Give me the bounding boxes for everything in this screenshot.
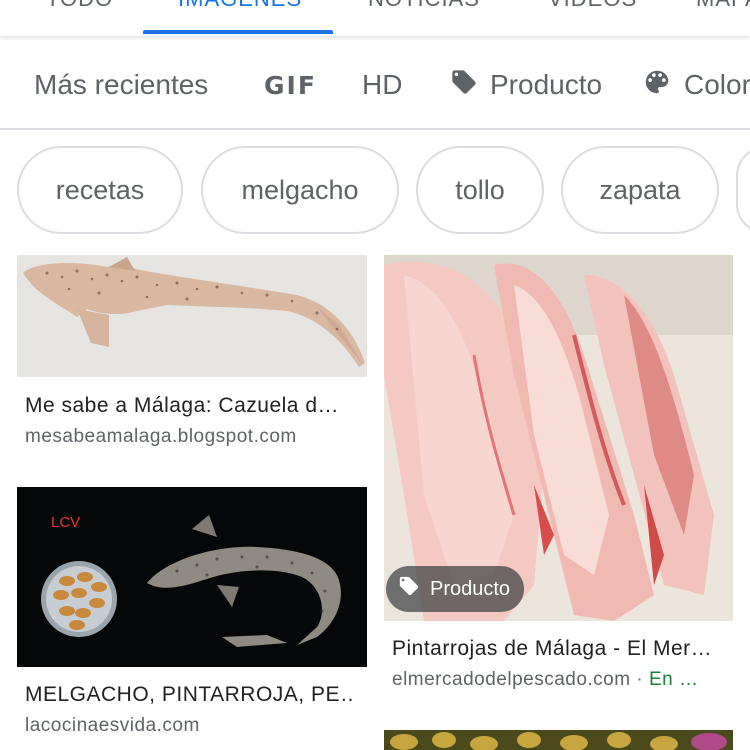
filter-recent[interactable]: Más recientes <box>34 68 208 102</box>
image-logo-text: LCV <box>51 514 80 531</box>
tab-images[interactable]: IMÁGENES <box>178 0 302 12</box>
product-badge-label: Producto <box>430 577 511 600</box>
filter-row: Más recientes GIF HD Producto Color <box>0 36 750 130</box>
chip-tollo[interactable]: tollo <box>416 146 544 234</box>
related-chips-row: recetas melgacho tollo zapata <box>0 130 750 250</box>
filter-product[interactable]: Producto <box>450 68 602 102</box>
result-source-2-sep: · <box>630 669 649 690</box>
tab-maps[interactable]: MAPAS <box>696 0 750 12</box>
result-title-2[interactable]: Pintarrojas de Málaga - El Mer… <box>392 637 732 661</box>
search-tabs-bar: TODO IMÁGENES NOTICIAS VÍDEOS MAPAS <box>0 0 750 36</box>
result-image-3[interactable]: LCV <box>17 487 367 667</box>
tag-icon <box>450 68 478 103</box>
tab-all[interactable]: TODO <box>46 0 113 12</box>
chip-melgacho[interactable]: melgacho <box>201 146 399 234</box>
filter-color-label: Color <box>684 69 750 100</box>
filter-color[interactable]: Color <box>642 68 750 102</box>
result-image-1[interactable] <box>17 255 367 377</box>
chip-partial[interactable] <box>736 146 750 234</box>
result-source-3[interactable]: lacocinaesvida.com <box>25 715 355 737</box>
result-source-2[interactable]: elmercadodelpescado.com · En … <box>392 669 732 691</box>
tag-icon <box>398 575 420 603</box>
result-source-1[interactable]: mesabeamalaga.blogspot.com <box>25 426 355 448</box>
in-stock-label: En … <box>648 669 699 690</box>
product-badge: Producto <box>386 566 525 612</box>
chip-zapata[interactable]: zapata <box>561 146 719 234</box>
tab-videos[interactable]: VÍDEOS <box>548 0 637 12</box>
result-source-2-domain: elmercadodelpescado.com <box>392 669 631 690</box>
result-title-3[interactable]: MELGACHO, PINTARROJA, PE… <box>25 683 355 707</box>
palette-icon <box>642 67 672 104</box>
active-tab-indicator <box>143 30 333 34</box>
filter-gif[interactable]: GIF <box>264 68 317 102</box>
filter-hd[interactable]: HD <box>362 68 402 102</box>
result-title-1[interactable]: Me sabe a Málaga: Cazuela d… <box>25 394 355 418</box>
chip-recetas[interactable]: recetas <box>17 146 183 234</box>
filter-gif-label: GIF <box>264 70 317 100</box>
filter-product-label: Producto <box>490 69 603 100</box>
tab-news[interactable]: NOTICIAS <box>368 0 480 12</box>
filter-recent-label: Más recientes <box>34 69 209 100</box>
filter-hd-label: HD <box>362 69 403 100</box>
result-image-4[interactable] <box>384 730 733 750</box>
